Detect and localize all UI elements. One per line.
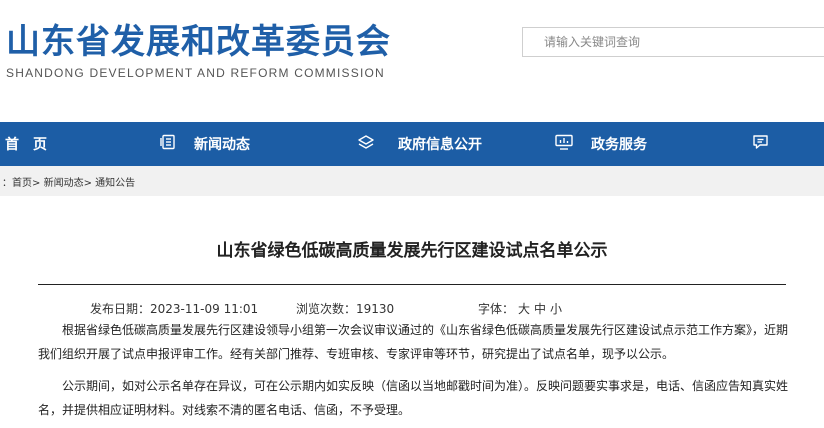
article-title: 山东省绿色低碳高质量发展先行区建设试点名单公示 (216, 241, 608, 261)
font-size-control: 字体：大中小 (478, 300, 562, 317)
publish-date-value: 2023-11-09 11:01 (150, 302, 259, 316)
font-size-large-button[interactable]: 大 (518, 302, 530, 316)
font-size-medium-button[interactable]: 中 (534, 302, 546, 316)
news-list-icon (160, 134, 176, 154)
nav-item-interaction[interactable] (752, 122, 787, 166)
view-count: 浏览次数：19130 (296, 300, 394, 317)
breadcrumb-notice-link[interactable]: 通知公告 (95, 178, 135, 189)
nav-item-gov-info[interactable]: 政府信息公开 (358, 122, 482, 166)
search-box[interactable] (522, 27, 824, 57)
title-divider (38, 284, 786, 285)
site-header: 山东省发展和改革委员会 SHANDONG DEVELOPMENT AND REF… (0, 0, 824, 122)
view-count-value: 19130 (356, 302, 395, 316)
nav-item-label: 政府信息公开 (398, 137, 482, 153)
main-nav: 首 页 新闻动态 政府信息公开 政务服务 (0, 122, 824, 166)
chart-screen-icon (555, 134, 573, 154)
breadcrumb-separator: > (32, 178, 41, 189)
site-logo-title[interactable]: 山东省发展和改革委员会 (6, 14, 391, 63)
nav-item-news[interactable]: 新闻动态 (160, 122, 250, 166)
breadcrumb-prefix: ： (2, 178, 12, 189)
nav-item-label: 政务服务 (591, 137, 647, 153)
search-input[interactable] (523, 28, 824, 56)
publish-date: 发布日期：2023-11-09 11:01 (90, 300, 258, 317)
article-paragraph: 根据省绿色低碳高质量发展先行区建设领导小组第一次会议审议通过的《山东省绿色低碳高… (38, 323, 789, 361)
chat-bubble-icon (752, 134, 769, 154)
nav-item-label: 新闻动态 (194, 137, 250, 153)
article-paragraph: 公示期间，如对公示名单存在异议，可在公示期内如实反映（信函以当地邮戳时间为准）。… (38, 379, 789, 417)
breadcrumb-bar: ：首页> 新闻动态> 通知公告 (0, 166, 824, 196)
font-size-small-button[interactable]: 小 (550, 302, 562, 316)
breadcrumb: ：首页> 新闻动态> 通知公告 (2, 174, 135, 189)
nav-item-label: 首 页 (5, 137, 47, 153)
nav-item-home[interactable]: 首 页 (5, 122, 47, 166)
publish-date-label: 发布日期： (90, 302, 151, 316)
font-size-label: 字体： (478, 302, 515, 316)
breadcrumb-news-link[interactable]: 新闻动态 (44, 178, 84, 189)
site-logo-subtitle: SHANDONG DEVELOPMENT AND REFORM COMMISSI… (6, 66, 385, 80)
view-count-label: 浏览次数： (296, 302, 357, 316)
breadcrumb-separator: > (83, 178, 92, 189)
layers-icon (358, 134, 374, 154)
breadcrumb-home-link[interactable]: 首页 (12, 178, 32, 189)
nav-item-services[interactable]: 政务服务 (555, 122, 647, 166)
